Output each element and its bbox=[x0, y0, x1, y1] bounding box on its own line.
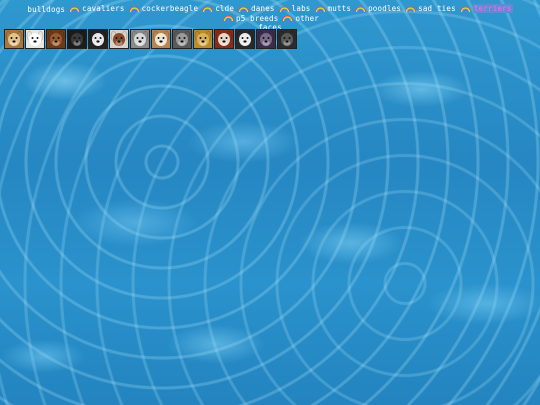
rainbow-icon bbox=[460, 6, 471, 12]
dog-face-icon bbox=[194, 31, 212, 46]
dog-icon-calico[interactable] bbox=[109, 29, 129, 49]
nav-link-danes[interactable]: danes bbox=[251, 4, 275, 13]
dog-icon-charcoal[interactable] bbox=[277, 29, 297, 49]
dog-face-icon bbox=[152, 31, 170, 46]
dog-face-icon bbox=[131, 31, 149, 46]
rainbow-icon bbox=[223, 15, 234, 21]
rainbow-icon bbox=[69, 6, 80, 12]
dog-icon-grey-dark[interactable] bbox=[172, 29, 192, 49]
nav-item: cavaliers bbox=[67, 4, 124, 13]
nav-item: poodles bbox=[353, 4, 401, 13]
nav-link-sad-ties[interactable]: sad ties bbox=[418, 4, 456, 13]
dog-icon-tan-muzzle[interactable] bbox=[4, 29, 24, 49]
dog-face-icon bbox=[5, 31, 23, 46]
nav-link-poodles[interactable]: poodles bbox=[368, 4, 401, 13]
nav-link-mutts[interactable]: mutts bbox=[328, 4, 352, 13]
nav-item: other bbox=[280, 14, 319, 23]
rainbow-icon bbox=[282, 15, 294, 21]
rainbow-icon bbox=[128, 6, 140, 12]
dog-face-icon bbox=[26, 31, 44, 46]
nav-link-bulldogs[interactable]: bulldogs bbox=[27, 5, 65, 14]
nav-link-other[interactable]: other bbox=[295, 14, 319, 23]
nav-item: p5 breeds bbox=[221, 14, 278, 23]
dog-face-icon bbox=[278, 31, 296, 46]
rainbow-icon bbox=[278, 6, 290, 12]
nav-link-terriers[interactable]: terriers bbox=[472, 4, 513, 13]
breed-navigation: bulldogs cavaliers cockerbeagle clde danes la… bbox=[0, 4, 540, 32]
nav-link-p5-breeds[interactable]: p5 breeds bbox=[236, 14, 278, 23]
dog-face-icon bbox=[236, 31, 254, 46]
dog-icon-black-white[interactable] bbox=[88, 29, 108, 49]
nav-item: mutts bbox=[313, 4, 352, 13]
nav-link-labs[interactable]: labs bbox=[292, 4, 311, 13]
dog-face-icon bbox=[47, 31, 65, 46]
dog-icon-white[interactable] bbox=[25, 29, 45, 49]
dog-icon-black[interactable] bbox=[67, 29, 87, 49]
dog-icon-golden[interactable] bbox=[193, 29, 213, 49]
rainbow-icon bbox=[202, 6, 214, 12]
nav-item: sad ties bbox=[403, 4, 456, 13]
nav-link-cockerbeagle[interactable]: cockerbeagle bbox=[142, 4, 199, 13]
nav-item: labs bbox=[277, 4, 311, 13]
dog-icon-brown[interactable] bbox=[46, 29, 66, 49]
rainbow-icon bbox=[238, 6, 249, 12]
rainbow-icon bbox=[314, 6, 326, 12]
dog-face-icon bbox=[68, 31, 86, 46]
dog-icon-purple[interactable] bbox=[256, 29, 276, 49]
dog-icon-dark-white[interactable] bbox=[235, 29, 255, 49]
dog-face-icon bbox=[257, 31, 275, 46]
nav-item: bulldogs bbox=[27, 5, 65, 14]
dog-face-icon bbox=[215, 31, 233, 46]
nav-item: cockerbeagle bbox=[127, 4, 199, 13]
dog-icon-tan-white[interactable] bbox=[151, 29, 171, 49]
dog-icon-row bbox=[4, 29, 297, 49]
nav-link-cavaliers[interactable]: cavaliers bbox=[82, 4, 124, 13]
rainbow-icon bbox=[405, 6, 416, 12]
dog-face-icon bbox=[173, 31, 191, 46]
nav-item: terriers bbox=[458, 4, 513, 13]
dog-icon-red[interactable] bbox=[214, 29, 234, 49]
dog-icon-grey[interactable] bbox=[130, 29, 150, 49]
nav-item: danes bbox=[236, 4, 275, 13]
nav-link-clde[interactable]: clde bbox=[215, 4, 234, 13]
dog-face-icon bbox=[89, 31, 107, 46]
nav-item: clde bbox=[200, 4, 234, 13]
rainbow-icon bbox=[355, 6, 366, 12]
dog-face-icon bbox=[110, 31, 128, 46]
